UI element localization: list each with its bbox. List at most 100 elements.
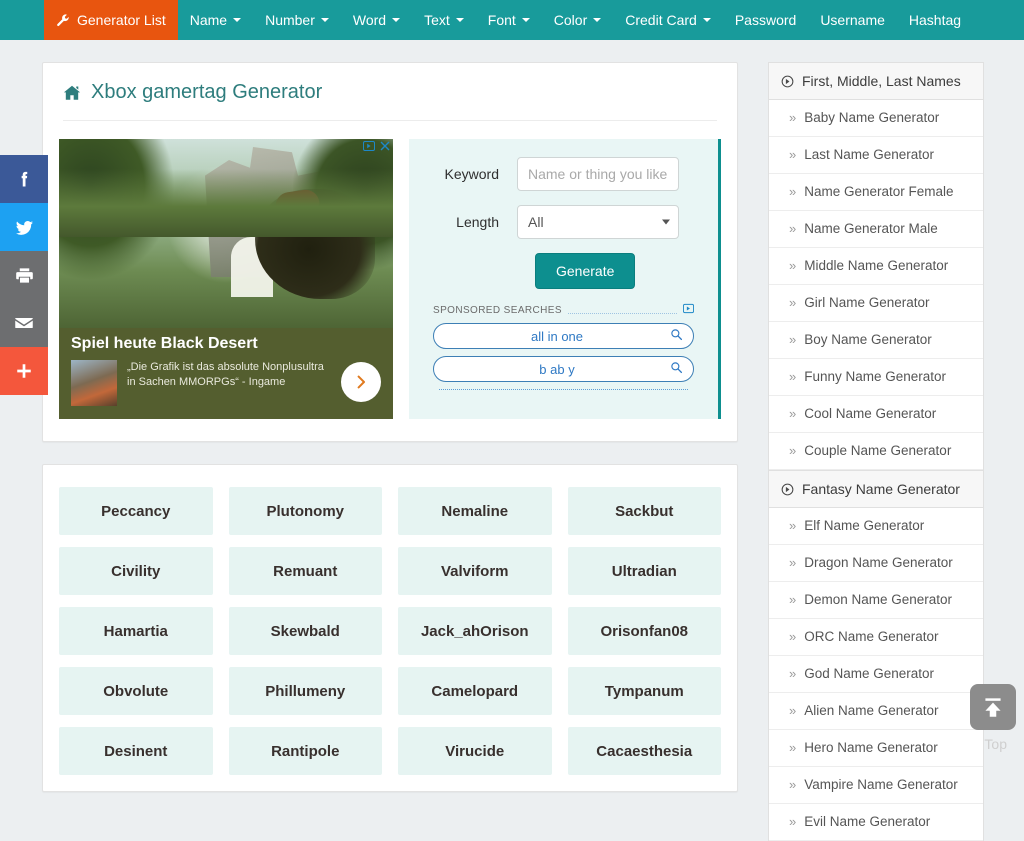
result-item[interactable]: Obvolute — [59, 667, 213, 715]
nav-item-label: Text — [424, 12, 450, 28]
result-item[interactable]: Ultradian — [567, 547, 721, 595]
facebook-share-button[interactable] — [0, 155, 48, 203]
result-item[interactable]: Valviform — [398, 547, 552, 595]
nav-item-label: Hashtag — [908, 12, 962, 28]
result-item[interactable]: Sackbut — [567, 487, 721, 535]
nav-item-name[interactable]: Name — [178, 0, 253, 40]
sidebar-item-vampire-name-generator[interactable]: » Vampire Name Generator — [769, 767, 983, 804]
envelope-icon — [15, 318, 33, 328]
nav-item-hashtag[interactable]: Hashtag — [897, 0, 973, 40]
sidebar-item-hero-name-generator[interactable]: » Hero Name Generator — [769, 730, 983, 767]
sidebar-group-title: Fantasy Name Generator — [802, 481, 960, 497]
sidebar-group-header[interactable]: Fantasy Name Generator — [769, 471, 983, 508]
print-button[interactable] — [0, 251, 48, 299]
adchoices-icon[interactable] — [363, 140, 375, 152]
email-share-button[interactable] — [0, 299, 48, 347]
page-title: Xbox gamertag Generator — [63, 81, 717, 121]
result-item[interactable]: Camelopard — [398, 667, 552, 715]
sidebar-item-evil-name-generator[interactable]: » Evil Name Generator — [769, 804, 983, 841]
back-to-top-button[interactable] — [970, 684, 1016, 730]
nav-item-text[interactable]: Text — [412, 0, 476, 40]
double-chevron-right-icon: » — [789, 518, 797, 533]
double-chevron-right-icon: » — [789, 258, 797, 273]
top-navbar: Generator List Name Number Word Text Fon… — [0, 0, 1024, 40]
sidebar-item-baby-name-generator[interactable]: » Baby Name Generator — [769, 100, 983, 137]
nav-item-color[interactable]: Color — [542, 0, 613, 40]
twitter-share-button[interactable] — [0, 203, 48, 251]
nav-item-number[interactable]: Number — [253, 0, 341, 40]
sponsored-item[interactable]: b ab y — [433, 356, 694, 382]
nav-item-word[interactable]: Word — [341, 0, 412, 40]
double-chevron-right-icon: » — [789, 629, 797, 644]
sidebar-item-dragon-name-generator[interactable]: » Dragon Name Generator — [769, 545, 983, 582]
sidebar-group-first-middle-last-names: First, Middle, Last Names » Baby Name Ge… — [768, 62, 984, 470]
double-chevron-right-icon: » — [789, 592, 797, 607]
nav-item-username[interactable]: Username — [808, 0, 897, 40]
sidebar-item-label: Name Generator Male — [804, 221, 938, 236]
generator-panel: Xbox gamertag Generator Spiel heute Blac… — [42, 62, 738, 442]
nav-item-credit-card[interactable]: Credit Card — [613, 0, 723, 40]
sidebar-item-orc-name-generator[interactable]: » ORC Name Generator — [769, 619, 983, 656]
sidebar-item-label: Demon Name Generator — [804, 592, 953, 607]
sidebar-item-label: Girl Name Generator — [804, 295, 930, 310]
result-item[interactable]: Skewbald — [228, 607, 382, 655]
plus-icon — [17, 364, 31, 378]
chevron-down-icon — [521, 18, 530, 22]
sidebar-item-label: Cool Name Generator — [804, 406, 937, 421]
sidebar-item-name-generator-male[interactable]: » Name Generator Male — [769, 211, 983, 248]
sidebar-item-alien-name-generator[interactable]: » Alien Name Generator — [769, 693, 983, 730]
sidebar-item-label: Dragon Name Generator — [804, 555, 953, 570]
generator-form: Keyword Length All Generate — [409, 139, 721, 419]
generate-button[interactable]: Generate — [535, 253, 636, 289]
nav-item-password[interactable]: Password — [723, 0, 808, 40]
keyword-input[interactable] — [517, 157, 679, 191]
keyword-row: Keyword — [425, 157, 702, 191]
chevron-down-icon — [593, 18, 602, 22]
sidebar-item-cool-name-generator[interactable]: » Cool Name Generator — [769, 396, 983, 433]
result-item[interactable]: Hamartia — [59, 607, 213, 655]
sidebar-item-demon-name-generator[interactable]: » Demon Name Generator — [769, 582, 983, 619]
more-share-button[interactable] — [0, 347, 48, 395]
page-head: Xbox gamertag Generator — [43, 63, 737, 121]
sidebar-group-header[interactable]: First, Middle, Last Names — [769, 63, 983, 100]
sidebar-item-label: Funny Name Generator — [804, 369, 947, 384]
nav-item-font[interactable]: Font — [476, 0, 542, 40]
result-item[interactable]: Phillumeny — [228, 667, 382, 715]
sidebar-item-label: Evil Name Generator — [804, 814, 931, 829]
sidebar-item-label: Last Name Generator — [804, 147, 935, 162]
double-chevron-right-icon: » — [789, 406, 797, 421]
double-chevron-right-icon: » — [789, 443, 797, 458]
sponsored-item[interactable]: all in one — [433, 323, 694, 349]
sidebar-item-elf-name-generator[interactable]: » Elf Name Generator — [769, 508, 983, 545]
double-chevron-right-icon: » — [789, 814, 797, 829]
sidebar-item-last-name-generator[interactable]: » Last Name Generator — [769, 137, 983, 174]
result-item[interactable]: Remuant — [228, 547, 382, 595]
sidebar-item-god-name-generator[interactable]: » God Name Generator — [769, 656, 983, 693]
sponsored-bottom-divider — [439, 389, 688, 390]
result-item[interactable]: Civility — [59, 547, 213, 595]
nav-item-generator-list[interactable]: Generator List — [44, 0, 178, 40]
advertisement[interactable]: Spiel heute Black Desert „Die Grafik ist… — [59, 139, 393, 419]
result-item[interactable]: Peccancy — [59, 487, 213, 535]
result-item[interactable]: Nemaline — [398, 487, 552, 535]
printer-icon — [15, 267, 33, 283]
adchoices-icon[interactable] — [683, 303, 694, 317]
sidebar-item-boy-name-generator[interactable]: » Boy Name Generator — [769, 322, 983, 359]
double-chevron-right-icon: » — [789, 295, 797, 310]
result-item[interactable]: Plutonomy — [228, 487, 382, 535]
sidebar-item-name-generator-female[interactable]: » Name Generator Female — [769, 174, 983, 211]
ad-headline: Spiel heute Black Desert — [71, 335, 258, 352]
length-select[interactable]: All — [517, 205, 679, 239]
sidebar-item-girl-name-generator[interactable]: » Girl Name Generator — [769, 285, 983, 322]
sidebar-item-funny-name-generator[interactable]: » Funny Name Generator — [769, 359, 983, 396]
ad-copy: „Die Grafik ist das absolute Nonplusultr… — [127, 361, 324, 388]
sidebar-item-couple-name-generator[interactable]: » Couple Name Generator — [769, 433, 983, 470]
result-item[interactable]: Tympanum — [567, 667, 721, 715]
main-column: Xbox gamertag Generator Spiel heute Blac… — [42, 62, 738, 792]
sidebar-item-middle-name-generator[interactable]: » Middle Name Generator — [769, 248, 983, 285]
page-title-text: Xbox gamertag Generator — [91, 81, 323, 103]
result-item[interactable]: Orisonfan08 — [567, 607, 721, 655]
close-icon[interactable] — [379, 140, 391, 152]
ad-cta-button[interactable] — [341, 362, 381, 402]
result-item[interactable]: Jack_ahOrison — [398, 607, 552, 655]
